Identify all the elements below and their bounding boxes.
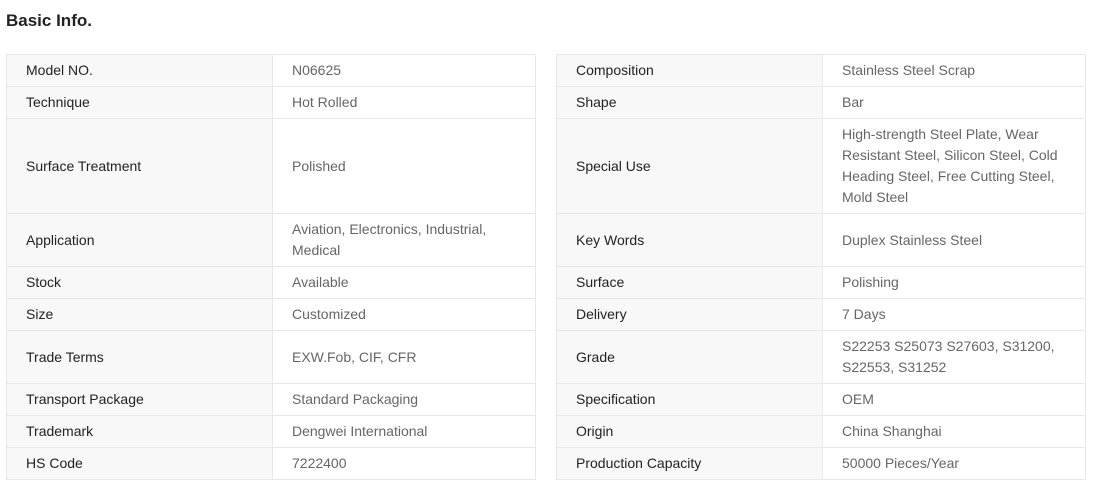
- table-row: Grade S22253 S25073 S27603, S31200, S225…: [556, 330, 1086, 384]
- table-row: Size Customized: [6, 298, 536, 331]
- spec-label: Application: [6, 213, 273, 267]
- spec-value: Duplex Stainless Steel: [822, 213, 1086, 267]
- table-row: Production Capacity 50000 Pieces/Year: [556, 447, 1086, 480]
- table-row: Surface Treatment Polished: [6, 118, 536, 214]
- spec-label: Technique: [6, 86, 273, 119]
- table-row: Stock Available: [6, 266, 536, 299]
- spec-value: Available: [272, 266, 536, 299]
- spec-value: China Shanghai: [822, 415, 1086, 448]
- spec-value: Bar: [822, 86, 1086, 119]
- spec-label: Origin: [556, 415, 823, 448]
- spec-value: Dengwei International: [272, 415, 536, 448]
- spec-value: OEM: [822, 383, 1086, 416]
- spec-value: Standard Packaging: [272, 383, 536, 416]
- spec-label: Transport Package: [6, 383, 273, 416]
- spec-label: Key Words: [556, 213, 823, 267]
- table-row: Composition Stainless Steel Scrap: [556, 54, 1086, 87]
- spec-label: Grade: [556, 330, 823, 384]
- table-row: Trade Terms EXW.Fob, CIF, CFR: [6, 330, 536, 384]
- spec-label: Delivery: [556, 298, 823, 331]
- table-row: Transport Package Standard Packaging: [6, 383, 536, 416]
- spec-value: Polishing: [822, 266, 1086, 299]
- spec-value: 50000 Pieces/Year: [822, 447, 1086, 480]
- spec-value: N06625: [272, 54, 536, 87]
- spec-label: Shape: [556, 86, 823, 119]
- spec-value: Hot Rolled: [272, 86, 536, 119]
- table-row: HS Code 7222400: [6, 447, 536, 480]
- spec-label: Special Use: [556, 118, 823, 214]
- spec-label: HS Code: [6, 447, 273, 480]
- spec-label: Surface: [556, 266, 823, 299]
- table-row: Model NO. N06625: [6, 54, 536, 87]
- spec-value: High-strength Steel Plate, Wear Resistan…: [822, 118, 1086, 214]
- spec-label: Composition: [556, 54, 823, 87]
- table-row: Shape Bar: [556, 86, 1086, 119]
- table-row: Application Aviation, Electronics, Indus…: [6, 213, 536, 267]
- spec-label: Trade Terms: [6, 330, 273, 384]
- spec-value: 7222400: [272, 447, 536, 480]
- spec-value: 7 Days: [822, 298, 1086, 331]
- spec-value: Aviation, Electronics, Industrial, Medic…: [272, 213, 536, 267]
- table-row: Origin China Shanghai: [556, 415, 1086, 448]
- table-row: Key Words Duplex Stainless Steel: [556, 213, 1086, 267]
- table-row: Technique Hot Rolled: [6, 86, 536, 119]
- spec-label: Model NO.: [6, 54, 273, 87]
- table-row: Special Use High-strength Steel Plate, W…: [556, 118, 1086, 214]
- spec-value: Polished: [272, 118, 536, 214]
- table-row: Surface Polishing: [556, 266, 1086, 299]
- spec-label: Surface Treatment: [6, 118, 273, 214]
- table-row: Delivery 7 Days: [556, 298, 1086, 331]
- spec-value: EXW.Fob, CIF, CFR: [272, 330, 536, 384]
- table-row: Trademark Dengwei International: [6, 415, 536, 448]
- spec-label: Production Capacity: [556, 447, 823, 480]
- spec-label: Trademark: [6, 415, 273, 448]
- table-row: Specification OEM: [556, 383, 1086, 416]
- spec-label: Specification: [556, 383, 823, 416]
- spec-label: Stock: [6, 266, 273, 299]
- section-title: Basic Info.: [6, 11, 92, 30]
- basic-info-tables: Model NO. N06625 Technique Hot Rolled Su…: [6, 54, 1086, 480]
- spec-label: Size: [6, 298, 273, 331]
- spec-table-right: Composition Stainless Steel Scrap Shape …: [556, 54, 1086, 480]
- spec-value: Stainless Steel Scrap: [822, 54, 1086, 87]
- spec-table-left: Model NO. N06625 Technique Hot Rolled Su…: [6, 54, 536, 480]
- spec-value: Customized: [272, 298, 536, 331]
- spec-value: S22253 S25073 S27603, S31200, S22553, S3…: [822, 330, 1086, 384]
